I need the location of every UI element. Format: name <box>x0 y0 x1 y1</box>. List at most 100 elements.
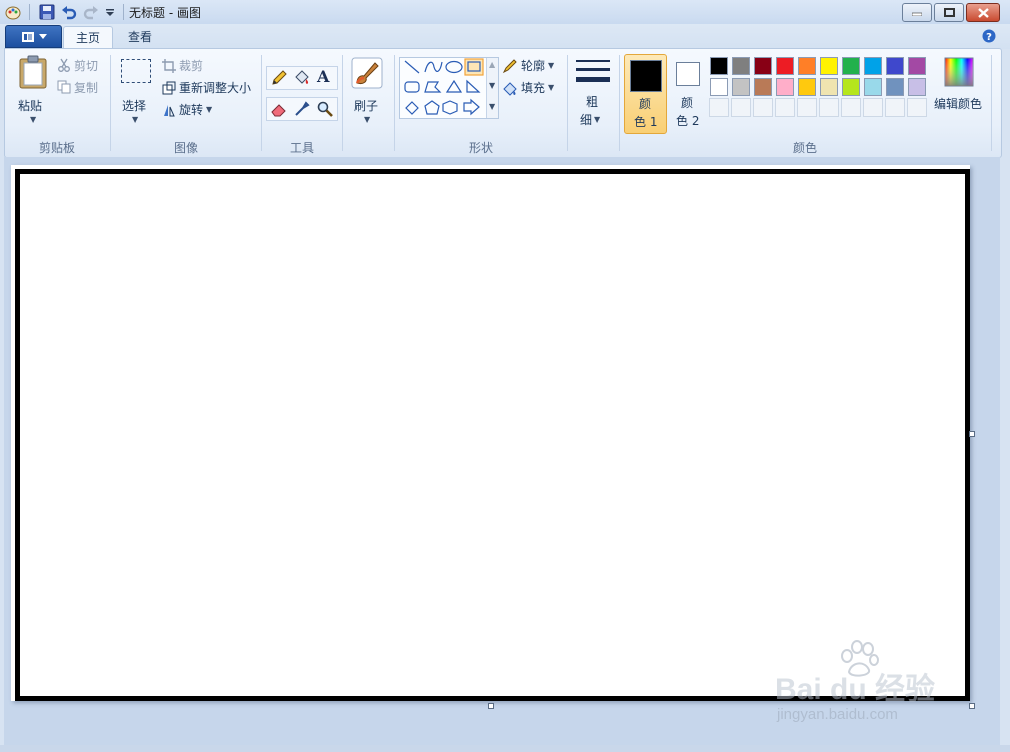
watermark-url: jingyan.baidu.com <box>777 706 898 723</box>
palette-swatch[interactable] <box>732 57 750 75</box>
rotate-label: 旋转 <box>179 103 204 117</box>
brushes-dropdown-arrow: ▼ <box>364 115 371 124</box>
custom-color-slot[interactable] <box>797 98 817 117</box>
palette-swatch[interactable] <box>886 78 904 96</box>
title-bar: 无标题 - 画图 <box>0 0 1010 25</box>
custom-color-slot[interactable] <box>753 98 773 117</box>
select-label: 选择 <box>122 99 147 113</box>
brushes-button[interactable]: 刷子 ▼ <box>347 55 387 127</box>
color-spectrum-icon <box>944 57 974 87</box>
palette-swatch[interactable] <box>842 78 860 96</box>
paste-button[interactable]: 粘贴 ▼ <box>13 55 53 127</box>
crop-label: 裁剪 <box>179 59 204 73</box>
menu-icon <box>21 31 34 42</box>
minimize-button[interactable] <box>902 3 932 22</box>
save-icon[interactable] <box>38 3 56 21</box>
custom-color-slot[interactable] <box>907 98 927 117</box>
shapes-expand[interactable]: ▼ <box>489 102 495 111</box>
maximize-button[interactable] <box>934 3 964 22</box>
custom-color-slot[interactable] <box>709 98 729 117</box>
palette-swatch[interactable] <box>754 78 772 96</box>
cut-label: 剪切 <box>74 58 99 73</box>
palette-swatch[interactable] <box>776 78 794 96</box>
size-button[interactable]: 粗 细 ▼ <box>573 55 613 129</box>
help-icon[interactable]: ? <box>982 29 996 43</box>
color2-label-line1: 颜 <box>681 96 694 110</box>
custom-color-slot[interactable] <box>775 98 795 117</box>
palette-swatch[interactable] <box>886 57 904 75</box>
minimize-icon <box>912 12 922 16</box>
palette-swatch[interactable] <box>908 78 926 96</box>
text-tool-icon[interactable]: A <box>317 67 329 86</box>
brush-icon <box>351 57 383 89</box>
fill-button[interactable]: 填充 ▼ <box>502 79 554 96</box>
color2-label-line2: 色 2 <box>676 114 700 128</box>
size-label-line1: 粗 <box>586 95 599 109</box>
copy-icon <box>57 80 71 94</box>
palette-swatch[interactable] <box>820 78 838 96</box>
resize-handle-bottom[interactable] <box>488 703 494 709</box>
color1-label-line2: 色 1 <box>634 115 658 129</box>
shapes-gallery: ▲ ▼ ▼ <box>399 57 499 119</box>
resize-button[interactable]: 重新调整大小 <box>162 79 251 96</box>
eraser-icon[interactable] <box>270 100 288 118</box>
custom-color-slot[interactable] <box>841 98 861 117</box>
resize-handle-right[interactable] <box>969 431 975 437</box>
undo-icon[interactable] <box>60 3 78 21</box>
color2-button[interactable]: 颜 色 2 <box>669 54 707 132</box>
magnifier-icon[interactable] <box>316 100 334 118</box>
status-bar <box>0 745 1010 752</box>
tab-view[interactable]: 查看 <box>116 26 164 48</box>
palette-swatch[interactable] <box>754 57 772 75</box>
shapes-scroll-down[interactable]: ▼ <box>489 81 495 90</box>
shapes-scrollbar[interactable]: ▲ ▼ ▼ <box>486 58 498 118</box>
custom-color-slot[interactable] <box>819 98 839 117</box>
palette-swatch[interactable] <box>864 78 882 96</box>
custom-color-slot[interactable] <box>731 98 751 117</box>
color-picker-icon[interactable] <box>293 100 311 118</box>
cut-button[interactable]: 剪切 <box>57 57 98 73</box>
redo-icon[interactable] <box>82 3 100 21</box>
size-label-line2: 细 <box>580 113 593 127</box>
fill-dropdown-arrow: ▼ <box>548 83 555 92</box>
palette-swatch[interactable] <box>710 57 728 75</box>
outline-dropdown-arrow: ▼ <box>548 61 555 70</box>
close-icon <box>977 7 989 18</box>
rotate-button[interactable]: 旋转 ▼ <box>162 101 212 118</box>
size-dropdown-arrow: ▼ <box>594 115 601 124</box>
tools-group-label: 工具 <box>289 141 314 155</box>
palette-swatch[interactable] <box>776 57 794 75</box>
tab-home[interactable]: 主页 <box>63 26 114 49</box>
palette-swatch[interactable] <box>798 78 816 96</box>
copy-button[interactable]: 复制 <box>57 79 98 95</box>
crop-button[interactable]: 裁剪 <box>162 57 203 74</box>
color1-button[interactable]: 颜 色 1 <box>624 54 667 134</box>
shapes-scroll-up[interactable]: ▲ <box>489 60 495 69</box>
palette-swatch[interactable] <box>820 57 838 75</box>
custom-color-slot[interactable] <box>885 98 905 117</box>
close-button[interactable] <box>966 3 1000 22</box>
palette-swatch[interactable] <box>864 57 882 75</box>
edit-colors-label: 编辑颜色 <box>934 97 983 111</box>
paint-menu-button[interactable] <box>5 25 62 48</box>
fill-bucket-icon[interactable] <box>293 69 311 87</box>
palette-swatch[interactable] <box>908 57 926 75</box>
resize-label: 重新调整大小 <box>179 81 252 95</box>
customize-toolbar-icon[interactable] <box>105 9 115 17</box>
fill-icon <box>503 81 517 96</box>
paint-app-icon[interactable] <box>5 4 21 20</box>
custom-color-slot[interactable] <box>863 98 883 117</box>
palette-swatch[interactable] <box>710 78 728 96</box>
color2-swatch <box>676 62 700 86</box>
outline-button[interactable]: 轮廓 ▼ <box>502 57 554 74</box>
pencil-icon[interactable] <box>270 69 288 87</box>
select-button[interactable]: 选择 ▼ <box>117 55 153 127</box>
palette-swatch[interactable] <box>732 78 750 96</box>
edit-colors-button[interactable]: 编辑颜色 <box>930 55 994 127</box>
palette-swatch[interactable] <box>842 57 860 75</box>
line-width-icon <box>576 60 610 82</box>
rotate-dropdown-arrow: ▼ <box>206 105 213 114</box>
colors-group-label: 颜色 <box>792 141 817 155</box>
select-dropdown-arrow: ▼ <box>132 115 139 124</box>
palette-swatch[interactable] <box>798 57 816 75</box>
